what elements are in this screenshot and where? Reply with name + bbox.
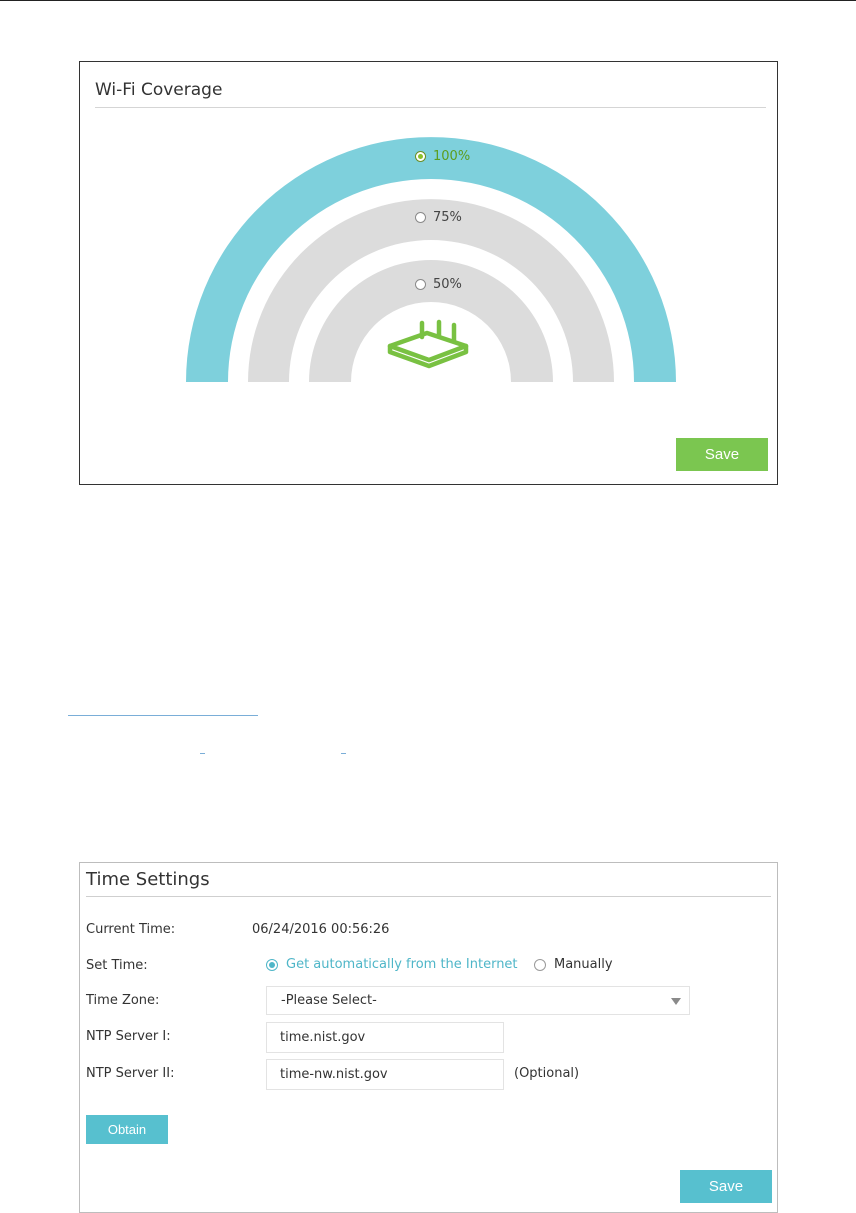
wifi-save-button[interactable]: Save [676,438,768,471]
current-time-value: 06/24/2016 00:56:26 [252,922,390,937]
radio-icon[interactable] [534,958,546,971]
coverage-option-label: 75% [433,210,462,225]
time-settings-panel: Time Settings Current Time: 06/24/2016 0… [79,862,778,1213]
coverage-option-100[interactable]: 100% [415,149,470,164]
obtain-button[interactable]: Obtain [86,1115,168,1144]
coverage-option-label: 50% [433,277,462,292]
time-save-button[interactable]: Save [680,1170,772,1203]
set-time-label: Set Time: [86,958,148,973]
radio-icon[interactable] [415,212,426,223]
link-underline[interactable] [68,715,258,716]
coverage-option-75[interactable]: 75% [415,210,462,225]
radio-icon[interactable] [415,279,426,290]
coverage-option-50[interactable]: 50% [415,277,462,292]
set-time-manual-label: Manually [554,957,613,972]
coverage-option-label: 100% [433,149,471,164]
radio-selected-icon[interactable] [415,151,426,162]
chevron-down-icon[interactable] [671,998,681,1005]
ntp-server-2-hint: (Optional) [514,1066,580,1081]
wifi-coverage-panel: Wi-Fi Coverage 100% 75% 50% Save [79,61,778,485]
time-zone-select[interactable]: -Please Select- [266,986,690,1015]
time-settings-divider [86,896,771,897]
top-rule [0,0,856,1]
time-settings-title: Time Settings [86,869,210,890]
ntp-server-1-label: NTP Server I: [86,1029,171,1044]
ntp-server-2-label: NTP Server II: [86,1066,175,1081]
radio-selected-icon[interactable] [266,958,278,971]
ntp-server-2-input[interactable] [266,1059,504,1090]
current-time-label: Current Time: [86,922,176,937]
link-underline[interactable] [341,753,346,754]
time-zone-label: Time Zone: [86,993,160,1008]
coverage-diagram [186,137,676,382]
ntp-server-1-input[interactable] [266,1022,504,1053]
set-time-auto-option[interactable]: Get automatically from the Internet [266,957,518,972]
link-underline[interactable] [200,753,205,754]
set-time-manual-option[interactable]: Manually [534,957,613,972]
router-icon [387,319,469,369]
time-zone-selected-value: -Please Select- [281,993,377,1008]
set-time-auto-label: Get automatically from the Internet [286,957,518,972]
